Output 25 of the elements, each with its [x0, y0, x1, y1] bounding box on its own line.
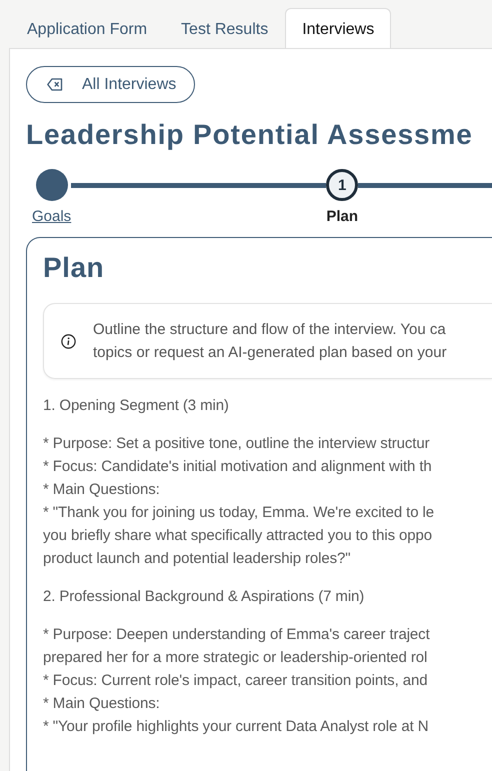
plan-text-line: 1. Opening Segment (3 min) — [43, 396, 230, 416]
plan-text-line: * Purpose: Set a positive tone, outline the interview structur — [43, 434, 431, 454]
card-title: Plan — [43, 252, 106, 284]
tab[interactable]: Test Results — [164, 8, 286, 48]
backspace-icon — [47, 78, 63, 91]
plan-text-line: * Main Questions: — [43, 694, 161, 714]
info-icon — [61, 334, 76, 348]
plan-text-line: * Focus: Current role's impact, career transition points, and — [43, 671, 428, 691]
plan-text-line: * "Thank you for joining us today, Emma. We're excited to le — [43, 503, 435, 523]
plan-text-line: * Purpose: Deepen understanding of Emma's career traject — [43, 625, 431, 645]
info-text: Outline the structure and flow of the interview. You ca topics or request an AI-generated plan based on your — [93, 320, 447, 363]
plan-text-line: prepared her for a more strategic or leadership-oriented rol — [43, 648, 428, 668]
plan-text-line: 2. Professional Background & Aspirations (7 min) — [43, 587, 366, 607]
step-label: Plan — [326, 208, 358, 225]
plan-text-line: * Main Questions: — [43, 480, 161, 500]
tab[interactable]: Application Form — [10, 8, 164, 48]
plan-text-line: * "Your profile highlights your current Data Analyst role at N — [43, 717, 430, 737]
tab[interactable]: Interviews — [285, 8, 392, 48]
plan-text-line: you briefly share what specifically attracted you to this oppo — [43, 526, 434, 546]
step-link[interactable]: Goals — [32, 208, 72, 225]
plan-text-line: product launch and potential leadership roles?" — [43, 549, 352, 569]
all-interviews-button[interactable]: All Interviews — [26, 66, 196, 103]
plan-text-line: * Focus: Candidate's initial motivation and alignment with th — [43, 457, 433, 477]
page-title: Leadership Potential Assessme — [26, 119, 474, 151]
step-marker: 1 — [326, 169, 358, 201]
